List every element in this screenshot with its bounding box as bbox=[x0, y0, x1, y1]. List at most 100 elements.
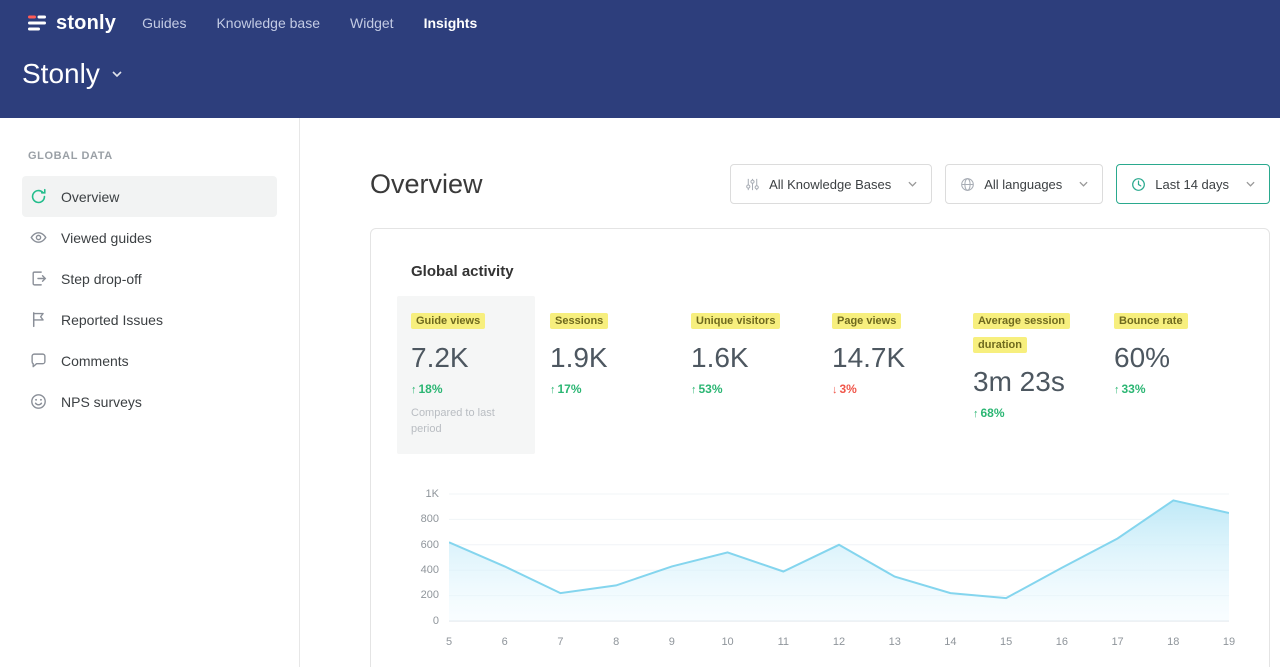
languages-value: All languages bbox=[984, 177, 1062, 192]
sidebar-item-viewed-guides[interactable]: Viewed guides bbox=[22, 217, 277, 258]
arrow-up-icon: ↑ bbox=[1114, 384, 1120, 396]
eye-icon bbox=[30, 229, 47, 246]
knowledge-bases-value: All Knowledge Bases bbox=[769, 177, 891, 192]
x-tick-label: 9 bbox=[669, 636, 675, 648]
x-tick-label: 17 bbox=[1111, 636, 1123, 648]
clock-icon bbox=[1131, 177, 1146, 192]
sidebar-item-overview[interactable]: Overview bbox=[22, 176, 277, 217]
metric-sessions[interactable]: Sessions 1.9K ↑17% bbox=[550, 308, 662, 396]
x-tick-label: 14 bbox=[944, 636, 956, 648]
x-tick-label: 7 bbox=[557, 636, 563, 648]
workspace-title: Stonly bbox=[22, 58, 100, 90]
sidebar-item-label: Step drop-off bbox=[61, 271, 142, 287]
sidebar-item-reported-issues[interactable]: Reported Issues bbox=[22, 299, 277, 340]
global-activity-card: Global activity Guide views 7.2K ↑18% Co… bbox=[370, 228, 1270, 667]
x-axis-labels: 5678910111213141516171819 bbox=[449, 622, 1229, 654]
y-tick-label: 0 bbox=[433, 615, 439, 627]
metric-label: Sessions bbox=[550, 313, 608, 329]
stonly-logo-icon bbox=[26, 12, 48, 34]
sidebar-section-label: GLOBAL DATA bbox=[28, 150, 299, 162]
nav-item-guides[interactable]: Guides bbox=[142, 15, 186, 31]
y-tick-label: 200 bbox=[421, 589, 439, 601]
metric-guide-views[interactable]: Guide views 7.2K ↑18% Compared to last p… bbox=[397, 296, 535, 454]
metric-change: ↑53% bbox=[691, 382, 803, 396]
sidebar-item-comments[interactable]: Comments bbox=[22, 340, 277, 381]
activity-chart-block: 02004006008001K 567891011121314151617181… bbox=[411, 488, 1229, 654]
flag-icon bbox=[30, 311, 47, 328]
date-range-value: Last 14 days bbox=[1155, 177, 1229, 192]
metric-label: Page views bbox=[832, 313, 901, 329]
sidebar-item-step-drop-off[interactable]: Step drop-off bbox=[22, 258, 277, 299]
chevron-down-icon bbox=[1079, 181, 1088, 187]
metric-note: Compared to last period bbox=[411, 406, 521, 438]
languages-dropdown[interactable]: All languages bbox=[945, 164, 1103, 204]
y-tick-label: 600 bbox=[421, 539, 439, 551]
knowledge-bases-dropdown[interactable]: All Knowledge Bases bbox=[730, 164, 932, 204]
metric-bounce-rate[interactable]: Bounce rate 60% ↑33% bbox=[1114, 308, 1226, 396]
x-tick-label: 6 bbox=[502, 636, 508, 648]
x-tick-label: 5 bbox=[446, 636, 452, 648]
activity-icon bbox=[30, 188, 47, 205]
sidebar-item-nps-surveys[interactable]: NPS surveys bbox=[22, 381, 277, 422]
y-axis-labels: 02004006008001K bbox=[411, 488, 449, 622]
chevron-down-icon bbox=[1246, 181, 1255, 187]
arrow-up-icon: ↑ bbox=[411, 384, 417, 396]
filters: All Knowledge Bases All languages Last 1… bbox=[730, 164, 1270, 204]
metric-unique-visitors[interactable]: Unique visitors 1.6K ↑53% bbox=[691, 308, 803, 396]
metric-value: 7.2K bbox=[411, 342, 521, 374]
globe-icon bbox=[960, 177, 975, 192]
metric-page-views[interactable]: Page views 14.7K ↓3% bbox=[832, 308, 944, 396]
comment-icon bbox=[30, 352, 47, 369]
nav-item-widget[interactable]: Widget bbox=[350, 15, 394, 31]
x-tick-label: 15 bbox=[1000, 636, 1012, 648]
x-tick-label: 8 bbox=[613, 636, 619, 648]
nav-item-knowledge-base[interactable]: Knowledge base bbox=[216, 15, 320, 31]
metric-value: 1.9K bbox=[550, 342, 662, 374]
chevron-down-icon bbox=[908, 181, 917, 187]
x-tick-label: 10 bbox=[721, 636, 733, 648]
metric-label: Bounce rate bbox=[1114, 313, 1188, 329]
workspace-selector[interactable]: Stonly bbox=[0, 42, 1280, 90]
activity-chart bbox=[449, 488, 1229, 622]
metrics-row: Guide views 7.2K ↑18% Compared to last p… bbox=[411, 308, 1229, 454]
date-range-dropdown[interactable]: Last 14 days bbox=[1116, 164, 1270, 204]
metric-average-session-duration[interactable]: Average session duration 3m 23s ↑68% bbox=[973, 308, 1085, 420]
sidebar-item-label: Reported Issues bbox=[61, 312, 163, 328]
metric-change: ↑33% bbox=[1114, 382, 1226, 396]
x-tick-label: 18 bbox=[1167, 636, 1179, 648]
arrow-up-icon: ↑ bbox=[973, 408, 979, 420]
metric-value: 3m 23s bbox=[973, 366, 1085, 398]
chart-plot-area: 5678910111213141516171819 bbox=[449, 488, 1229, 654]
metric-value: 60% bbox=[1114, 342, 1226, 374]
page-title: Overview bbox=[370, 169, 483, 200]
x-tick-label: 19 bbox=[1223, 636, 1235, 648]
metric-label: Guide views bbox=[411, 313, 485, 329]
y-tick-label: 800 bbox=[421, 513, 439, 525]
y-tick-label: 400 bbox=[421, 564, 439, 576]
main-content: Overview All Knowledge Bases All languag… bbox=[300, 118, 1280, 667]
metric-change: ↑68% bbox=[973, 406, 1085, 420]
metric-change: ↑17% bbox=[550, 382, 662, 396]
arrow-down-icon: ↓ bbox=[832, 384, 838, 396]
x-tick-label: 11 bbox=[778, 636, 789, 648]
stonly-logo[interactable]: stonly bbox=[26, 12, 116, 35]
top-nav: Guides Knowledge base Widget Insights bbox=[142, 15, 477, 31]
x-tick-label: 16 bbox=[1056, 636, 1068, 648]
top-header: stonly Guides Knowledge base Widget Insi… bbox=[0, 0, 1280, 118]
metric-label: Average session duration bbox=[973, 313, 1070, 353]
x-tick-label: 13 bbox=[889, 636, 901, 648]
x-tick-label: 12 bbox=[833, 636, 845, 648]
smiley-icon bbox=[30, 393, 47, 410]
step-dropoff-icon bbox=[30, 270, 47, 287]
y-tick-label: 1K bbox=[426, 488, 439, 500]
card-title: Global activity bbox=[411, 263, 1229, 280]
sidebar: GLOBAL DATA Overview Viewed guides Step … bbox=[0, 118, 300, 667]
sliders-icon bbox=[745, 177, 760, 192]
nav-item-insights[interactable]: Insights bbox=[424, 15, 478, 31]
sidebar-item-label: Overview bbox=[61, 189, 119, 205]
metric-label: Unique visitors bbox=[691, 313, 780, 329]
arrow-up-icon: ↑ bbox=[550, 384, 556, 396]
logo-text: stonly bbox=[56, 12, 116, 35]
chevron-down-icon bbox=[112, 71, 122, 77]
metric-value: 1.6K bbox=[691, 342, 803, 374]
